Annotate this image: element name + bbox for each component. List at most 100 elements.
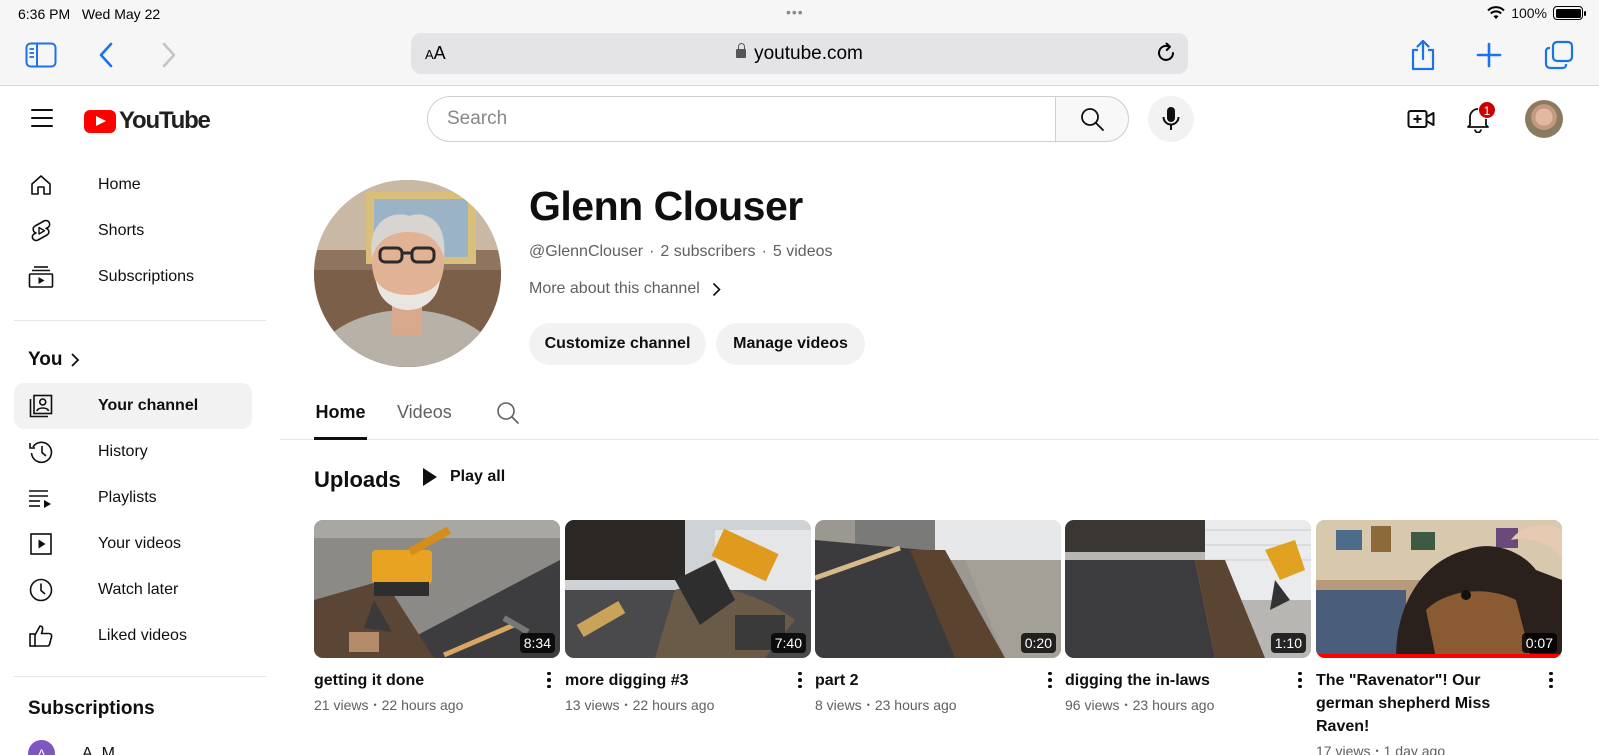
video-duration: 0:07: [1521, 633, 1557, 653]
manage-videos-button[interactable]: Manage videos: [716, 323, 865, 365]
more-options-icon[interactable]: [542, 668, 556, 692]
tab-home[interactable]: Home: [314, 402, 367, 440]
address-bar[interactable]: AA youtube.com: [411, 33, 1188, 74]
browser-toolbar: AA youtube.com: [0, 28, 1599, 86]
subscription-channel-item[interactable]: A A_M: [28, 740, 115, 755]
more-options-icon[interactable]: [1293, 668, 1307, 692]
sidebar-divider: [14, 320, 266, 321]
sidebar-item-home[interactable]: Home: [14, 162, 252, 208]
url-display: youtube.com: [411, 43, 1188, 65]
hamburger-menu-icon[interactable]: [24, 100, 60, 136]
video-title[interactable]: getting it done: [314, 669, 560, 692]
notification-count-badge: 1: [1478, 101, 1496, 119]
customize-channel-button[interactable]: Customize channel: [529, 323, 706, 365]
video-title[interactable]: part 2: [815, 669, 1061, 692]
more-about-channel-link[interactable]: More about this channel: [529, 280, 721, 298]
search-button[interactable]: [1055, 96, 1129, 142]
notifications-bell-icon[interactable]: 1: [1459, 100, 1497, 138]
video-card: 1:10 digging the in-laws 96 views • 23 hou…: [1065, 520, 1311, 713]
sidebar-item-your-videos[interactable]: Your videos: [14, 521, 252, 567]
video-thumbnail[interactable]: 8:34: [314, 520, 560, 658]
thumbs-up-icon: [27, 622, 55, 650]
video-thumbnail[interactable]: 0:07: [1316, 520, 1562, 658]
status-indicators: 100%: [1487, 5, 1586, 21]
home-icon: [27, 171, 55, 199]
video-meta: 17 views • 1 day ago: [1316, 743, 1446, 755]
channel-avatar-large[interactable]: [314, 180, 501, 367]
battery-percent: 100%: [1511, 5, 1547, 21]
more-options-icon[interactable]: [793, 668, 807, 692]
sidebar-item-playlists[interactable]: Playlists: [14, 475, 252, 521]
share-icon[interactable]: [1405, 37, 1441, 73]
forward-icon[interactable]: [151, 37, 187, 73]
new-tab-icon[interactable]: [1471, 37, 1507, 73]
video-card: 7:40 more digging #3 13 views • 22 hours a…: [565, 520, 811, 713]
sidebar-item-history[interactable]: History: [14, 429, 252, 475]
more-options-icon[interactable]: [1043, 668, 1057, 692]
status-time: 6:36 PM Wed May 22: [18, 6, 161, 22]
shorts-icon: [27, 217, 55, 245]
channel-meta: @GlennClouser · 2 subscribers · 5 videos: [529, 243, 833, 260]
channel-handle: @GlennClouser: [529, 243, 644, 260]
video-thumbnail[interactable]: 1:10: [1065, 520, 1311, 658]
channel-search-icon[interactable]: [495, 400, 521, 431]
channel-name: Glenn Clouser: [529, 183, 803, 229]
video-card: 0:07 The "Ravenator"! Our german shepher…: [1316, 520, 1562, 755]
microphone-icon: [1162, 107, 1180, 130]
youtube-play-logo-icon: [84, 109, 116, 133]
search-icon: [1081, 108, 1104, 131]
reload-icon[interactable]: [1154, 41, 1178, 70]
multitasking-dots-icon[interactable]: •••: [786, 4, 804, 20]
subscriptions-icon: [27, 263, 55, 291]
video-duration: 8:34: [519, 633, 555, 653]
voice-search-button[interactable]: [1148, 96, 1194, 142]
uploads-heading: Uploads: [314, 467, 401, 492]
history-icon: [27, 438, 55, 466]
watch-progress-bar: [1316, 654, 1562, 658]
play-icon: [423, 468, 437, 486]
subscriber-count: 2 subscribers: [660, 243, 756, 260]
sidebar-item-watch-later[interactable]: Watch later: [14, 567, 252, 613]
you-section-header[interactable]: You: [28, 349, 80, 371]
video-count: 5 videos: [772, 243, 833, 260]
sidebar-item-shorts[interactable]: Shorts: [14, 208, 252, 254]
sidebar-item-subscriptions[interactable]: Subscriptions: [14, 254, 252, 300]
channel-avatar: A: [28, 740, 55, 755]
status-bar: 6:36 PM Wed May 22 ••• 100%: [0, 0, 1599, 28]
video-meta: 8 views • 23 hours ago: [815, 697, 957, 713]
tab-overview-icon[interactable]: [1541, 37, 1577, 73]
search-field: [427, 96, 1056, 142]
video-duration: 1:10: [1270, 633, 1306, 653]
chevron-right-icon: [71, 353, 80, 367]
channel-tabs: Home Videos: [280, 390, 1599, 440]
lock-icon: [736, 43, 747, 58]
video-title[interactable]: The "Ravenator"! Our german shepherd Mis…: [1316, 669, 1562, 738]
video-meta: 13 views • 22 hours ago: [565, 697, 715, 713]
more-options-icon[interactable]: [1544, 668, 1558, 692]
account-avatar[interactable]: [1525, 100, 1563, 138]
back-icon[interactable]: [88, 37, 124, 73]
playlists-icon: [27, 484, 55, 512]
youtube-logo[interactable]: YouTube: [84, 107, 211, 135]
sidebar-item-liked-videos[interactable]: Liked videos: [14, 613, 252, 659]
sidebar-toggle-icon[interactable]: [23, 37, 59, 73]
subscriptions-section-header: Subscriptions: [28, 698, 155, 719]
video-title[interactable]: more digging #3: [565, 669, 811, 692]
create-video-icon[interactable]: [1402, 100, 1440, 138]
video-thumbnail[interactable]: 0:20: [815, 520, 1061, 658]
sidebar: Home Shorts Subscriptions You Your chann…: [0, 150, 275, 755]
video-thumbnail[interactable]: 7:40: [565, 520, 811, 658]
video-title[interactable]: digging the in-laws: [1065, 669, 1311, 692]
play-all-button[interactable]: Play all: [422, 467, 505, 487]
video-meta: 21 views • 22 hours ago: [314, 697, 464, 713]
video-duration: 7:40: [770, 633, 806, 653]
video-card: 0:20 part 2 8 views • 23 hours ago: [815, 520, 1061, 713]
tab-videos[interactable]: Videos: [397, 402, 452, 440]
wifi-icon: [1487, 6, 1505, 19]
sidebar-item-your-channel[interactable]: Your channel: [14, 383, 252, 429]
search-input[interactable]: [428, 97, 1056, 141]
video-duration: 0:20: [1020, 633, 1056, 653]
battery-icon: [1553, 6, 1586, 20]
chevron-right-icon: [712, 282, 721, 296]
your-videos-icon: [27, 530, 55, 558]
